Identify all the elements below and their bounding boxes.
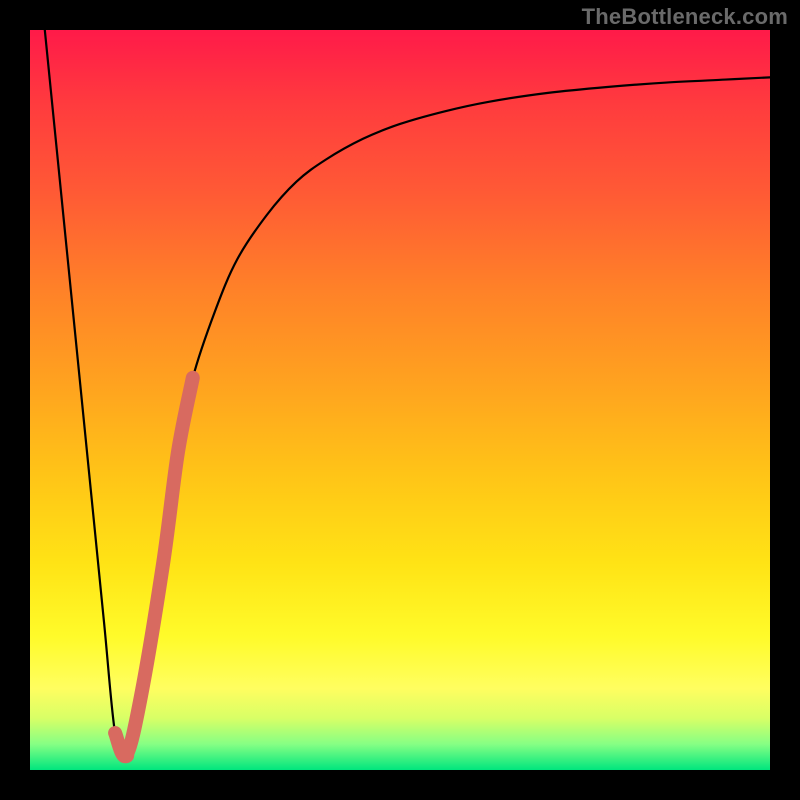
chart-frame: TheBottleneck.com: [0, 0, 800, 800]
plot-area: [30, 30, 770, 770]
highlight-segment: [115, 378, 193, 756]
curve-layer: [30, 30, 770, 770]
watermark-text: TheBottleneck.com: [582, 4, 788, 30]
minimum-marker: [118, 747, 134, 763]
